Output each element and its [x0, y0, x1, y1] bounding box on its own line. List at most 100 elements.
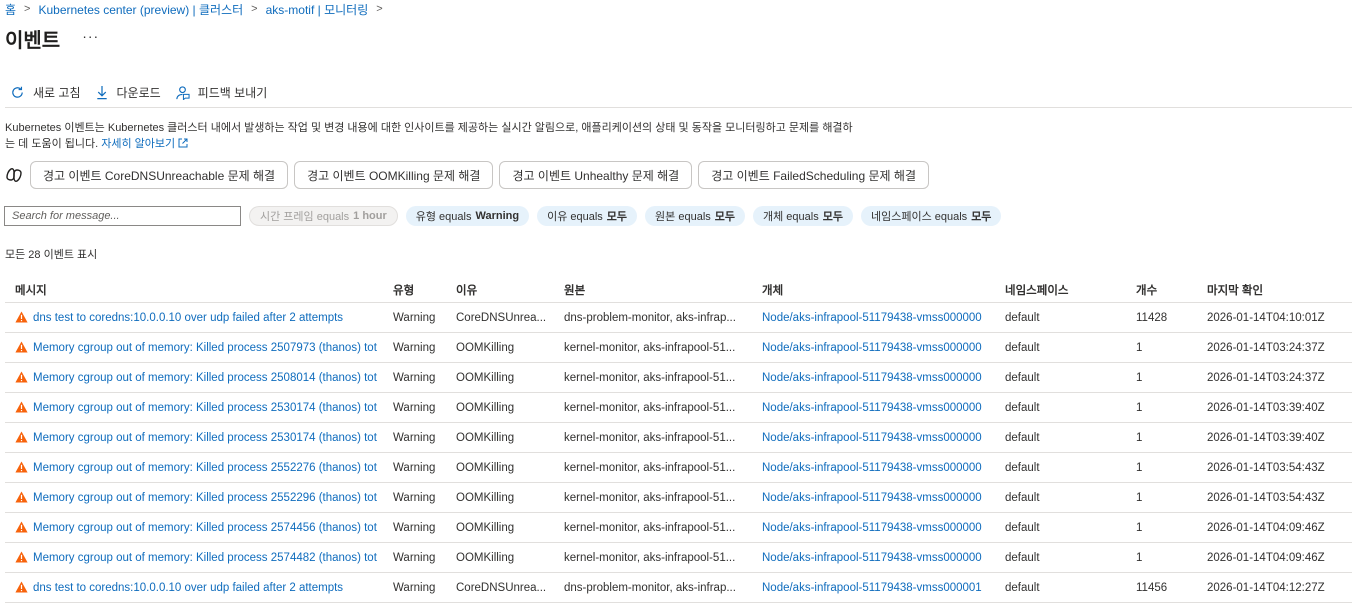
cell-message[interactable]: Memory cgroup out of memory: Killed proc… — [5, 542, 383, 573]
cell-object[interactable]: Node/aks-infrapool-51179438-vmss000000 — [752, 332, 995, 363]
cell-reason: OOMKilling — [446, 422, 554, 453]
object-link[interactable]: Node/aks-infrapool-51179438-vmss000000 — [762, 342, 982, 354]
cell-count: 1 — [1126, 332, 1197, 363]
object-link[interactable]: Node/aks-infrapool-51179438-vmss000000 — [762, 402, 982, 414]
table-row[interactable]: Memory cgroup out of memory: Killed proc… — [5, 482, 1352, 513]
filter-pill-source[interactable]: 원본 equals 모두 — [645, 206, 746, 226]
cell-message[interactable]: Memory cgroup out of memory: Killed proc… — [5, 362, 383, 393]
refresh-button[interactable]: 새로 고침 — [10, 84, 81, 101]
cell-object[interactable]: Node/aks-infrapool-51179438-vmss000000 — [752, 362, 995, 393]
event-message-link[interactable]: Memory cgroup out of memory: Killed proc… — [33, 342, 377, 354]
more-options-button[interactable]: ··· — [82, 28, 99, 44]
column-header-last-seen[interactable]: 마지막 확인 — [1197, 278, 1352, 303]
cell-namespace: default — [995, 362, 1126, 393]
object-link[interactable]: Node/aks-infrapool-51179438-vmss000000 — [762, 492, 982, 504]
filter-pill-reason[interactable]: 이유 equals 모두 — [537, 206, 638, 226]
cell-message[interactable]: Memory cgroup out of memory: Killed proc… — [5, 452, 383, 483]
filter-pill-namespace[interactable]: 네임스페이스 equals 모두 — [860, 206, 1002, 226]
download-button[interactable]: 다운로드 — [95, 84, 161, 101]
cell-message[interactable]: Memory cgroup out of memory: Killed proc… — [5, 512, 383, 543]
cell-type: Warning — [383, 362, 446, 393]
event-message-link[interactable]: dns test to coredns:10.0.0.10 over udp f… — [33, 312, 343, 324]
object-link[interactable]: Node/aks-infrapool-51179438-vmss000001 — [762, 582, 982, 594]
cell-namespace: default — [995, 572, 1126, 603]
object-link[interactable]: Node/aks-infrapool-51179438-vmss000000 — [762, 432, 982, 444]
table-header-row: 메시지 유형 이유 원본 개체 네임스페이스 개수 마지막 확인 — [5, 278, 1352, 303]
table-row[interactable]: dns test to coredns:10.0.0.10 over udp f… — [5, 572, 1352, 603]
event-message-link[interactable]: Memory cgroup out of memory: Killed proc… — [33, 402, 377, 414]
cell-object[interactable]: Node/aks-infrapool-51179438-vmss000001 — [752, 572, 995, 603]
column-header-type[interactable]: 유형 — [383, 278, 446, 303]
chevron-right-icon: > — [251, 3, 258, 15]
cell-object[interactable]: Node/aks-infrapool-51179438-vmss000000 — [752, 422, 995, 453]
table-row[interactable]: Memory cgroup out of memory: Killed proc… — [5, 512, 1352, 543]
cell-message[interactable]: Memory cgroup out of memory: Killed proc… — [5, 422, 383, 453]
learn-more-link[interactable]: 자세히 알아보기 — [101, 138, 188, 150]
event-message-link[interactable]: Memory cgroup out of memory: Killed proc… — [33, 462, 377, 474]
cell-count: 1 — [1126, 392, 1197, 423]
filter-value: Warning — [475, 210, 520, 222]
feedback-button[interactable]: 피드백 보내기 — [175, 84, 267, 101]
event-message-link[interactable]: Memory cgroup out of memory: Killed proc… — [33, 492, 377, 504]
cell-source: kernel-monitor, aks-infrapool-51... — [554, 362, 752, 393]
event-message-link[interactable]: Memory cgroup out of memory: Killed proc… — [33, 432, 377, 444]
table-row[interactable]: Memory cgroup out of memory: Killed proc… — [5, 542, 1352, 573]
warning-icon — [15, 371, 28, 383]
cell-object[interactable]: Node/aks-infrapool-51179438-vmss000000 — [752, 542, 995, 573]
cell-type: Warning — [383, 392, 446, 423]
cell-object[interactable]: Node/aks-infrapool-51179438-vmss000000 — [752, 482, 995, 513]
troubleshoot-unhealthy-button[interactable]: 경고 이벤트 Unhealthy 문제 해결 — [499, 161, 693, 189]
search-input[interactable] — [4, 206, 241, 226]
troubleshoot-failedscheduling-button[interactable]: 경고 이벤트 FailedScheduling 문제 해결 — [698, 161, 929, 189]
table-row[interactable]: Memory cgroup out of memory: Killed proc… — [5, 422, 1352, 453]
filter-label: 시간 프레임 equals — [260, 211, 350, 223]
cell-type: Warning — [383, 332, 446, 363]
troubleshoot-coredns-button[interactable]: 경고 이벤트 CoreDNSUnreachable 문제 해결 — [30, 161, 289, 189]
cell-count: 1 — [1126, 362, 1197, 393]
cell-type: Warning — [383, 512, 446, 543]
warning-icon — [15, 431, 28, 443]
cell-namespace: default — [995, 392, 1126, 423]
cell-message[interactable]: Memory cgroup out of memory: Killed proc… — [5, 332, 383, 363]
table-row[interactable]: Memory cgroup out of memory: Killed proc… — [5, 452, 1352, 483]
cell-message[interactable]: Memory cgroup out of memory: Killed proc… — [5, 392, 383, 423]
object-link[interactable]: Node/aks-infrapool-51179438-vmss000000 — [762, 552, 982, 564]
cell-object[interactable]: Node/aks-infrapool-51179438-vmss000000 — [752, 302, 995, 333]
table-row[interactable]: Memory cgroup out of memory: Killed proc… — [5, 392, 1352, 423]
cell-object[interactable]: Node/aks-infrapool-51179438-vmss000000 — [752, 392, 995, 423]
cell-message[interactable]: dns test to coredns:10.0.0.10 over udp f… — [5, 302, 383, 333]
cell-source: kernel-monitor, aks-infrapool-51... — [554, 392, 752, 423]
breadcrumb-aks-motif[interactable]: aks-motif | 모니터링 — [266, 1, 369, 18]
cell-reason: CoreDNSUnrea... — [446, 572, 554, 603]
column-header-reason[interactable]: 이유 — [446, 278, 554, 303]
table-row[interactable]: Memory cgroup out of memory: Killed proc… — [5, 362, 1352, 393]
cell-count: 1 — [1126, 422, 1197, 453]
filter-pill-type[interactable]: 유형 equals Warning — [405, 206, 530, 226]
breadcrumb-home[interactable]: 홈 — [5, 1, 16, 18]
event-message-link[interactable]: Memory cgroup out of memory: Killed proc… — [33, 372, 377, 384]
column-header-message[interactable]: 메시지 — [5, 278, 383, 303]
breadcrumb-kubernetes-center[interactable]: Kubernetes center (preview) | 클러스터 — [38, 1, 243, 18]
filter-pill-object[interactable]: 개체 equals 모두 — [753, 206, 853, 226]
object-link[interactable]: Node/aks-infrapool-51179438-vmss000000 — [762, 462, 982, 474]
column-header-namespace[interactable]: 네임스페이스 — [995, 278, 1126, 303]
cell-message[interactable]: dns test to coredns:10.0.0.10 over udp f… — [5, 572, 383, 603]
troubleshoot-oomkilling-button[interactable]: 경고 이벤트 OOMKilling 문제 해결 — [294, 161, 494, 189]
filter-value: 모두 — [606, 211, 628, 223]
event-message-link[interactable]: Memory cgroup out of memory: Killed proc… — [33, 522, 377, 534]
table-row[interactable]: Memory cgroup out of memory: Killed proc… — [5, 332, 1352, 363]
cell-object[interactable]: Node/aks-infrapool-51179438-vmss000000 — [752, 512, 995, 543]
column-header-count[interactable]: 개수 — [1126, 278, 1197, 303]
object-link[interactable]: Node/aks-infrapool-51179438-vmss000000 — [762, 372, 982, 384]
column-header-source[interactable]: 원본 — [554, 278, 752, 303]
filter-pill-timeframe: 시간 프레임 equals 1 hour — [249, 206, 398, 226]
table-row[interactable]: dns test to coredns:10.0.0.10 over udp f… — [5, 302, 1352, 333]
download-icon — [96, 85, 107, 99]
column-header-object[interactable]: 개체 — [752, 278, 995, 303]
event-message-link[interactable]: dns test to coredns:10.0.0.10 over udp f… — [33, 582, 343, 594]
object-link[interactable]: Node/aks-infrapool-51179438-vmss000000 — [762, 522, 982, 534]
object-link[interactable]: Node/aks-infrapool-51179438-vmss000000 — [762, 312, 982, 324]
event-message-link[interactable]: Memory cgroup out of memory: Killed proc… — [33, 552, 377, 564]
cell-message[interactable]: Memory cgroup out of memory: Killed proc… — [5, 482, 383, 513]
cell-object[interactable]: Node/aks-infrapool-51179438-vmss000000 — [752, 452, 995, 483]
